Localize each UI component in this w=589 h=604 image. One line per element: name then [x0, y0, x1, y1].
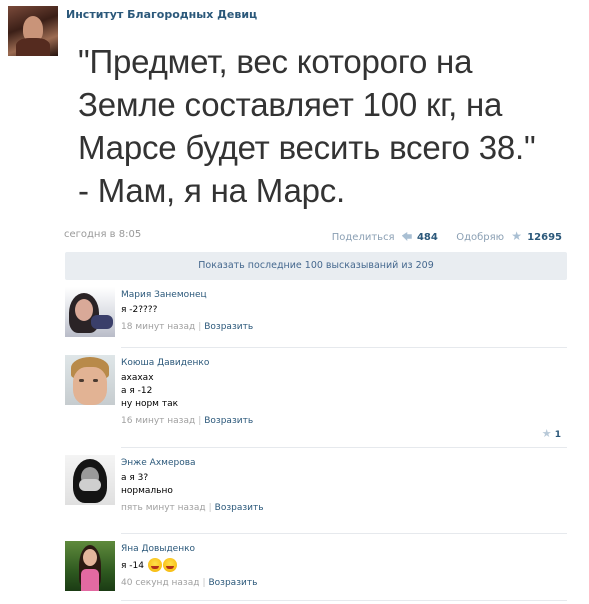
reply-link[interactable]: Возразить — [209, 578, 258, 588]
star-icon: ★ — [541, 427, 552, 440]
comment-text: я -2???? — [121, 304, 561, 317]
divider — [121, 600, 567, 601]
comment-text-line: я -14 — [121, 561, 144, 571]
comment-time-link[interactable]: 40 секунд назад — [121, 578, 199, 588]
comment-text-line: нормально — [121, 486, 173, 496]
avatar[interactable] — [65, 355, 115, 405]
comment-text-line: я -2???? — [121, 305, 158, 315]
comment-text: я -14 — [121, 558, 561, 573]
comment-meta: пять минут назад | Возразить — [121, 503, 264, 513]
reply-link[interactable]: Возразить — [215, 503, 264, 513]
post-text-line: "Предмет, вес которого на — [78, 43, 473, 80]
post-date-link[interactable]: сегодня в 8:05 — [64, 229, 141, 240]
community-avatar[interactable] — [8, 6, 58, 56]
community-name-link[interactable]: Институт Благородных Девиц — [66, 8, 257, 21]
post-text: "Предмет, вес которого на Земле составля… — [78, 40, 578, 212]
post-meta: сегодня в 8:05 Поделиться 484 Одобряю ★ … — [64, 229, 568, 245]
reply-link[interactable]: Возразить — [204, 322, 253, 332]
comment-author-link[interactable]: Коюша Давиденко — [121, 357, 561, 369]
comment-meta: 40 секунд назад | Возразить — [121, 578, 258, 588]
comment-text-line: ахахах — [121, 373, 154, 383]
divider — [121, 447, 567, 448]
show-more-comments-button[interactable]: Показать последние 100 высказываний из 2… — [65, 252, 567, 280]
star-icon: ★ — [511, 229, 523, 243]
divider — [121, 533, 567, 534]
share-button[interactable]: Поделиться 484 — [332, 232, 441, 243]
share-label: Поделиться — [331, 232, 395, 243]
comment-meta: 16 минут назад | Возразить — [121, 416, 254, 426]
comment-author-link[interactable]: Энже Ахмерова — [121, 457, 561, 469]
comment-text-line: ну норм так — [121, 399, 179, 409]
divider — [121, 347, 567, 348]
share-count: 484 — [416, 232, 438, 243]
comment-text-line: а я -12 — [121, 386, 153, 396]
reply-link[interactable]: Возразить — [204, 416, 253, 426]
comment-text-line: а я 3? — [121, 473, 149, 483]
comment-meta: 18 минут назад | Возразить — [121, 322, 254, 332]
post-text-line: Марсе будет весить всего 38." — [78, 129, 536, 166]
comment-author-link[interactable]: Мария Занемонец — [121, 289, 561, 301]
avatar[interactable] — [65, 287, 115, 337]
post-text-line: - Мам, я на Марс. — [78, 172, 346, 209]
share-arrow-icon — [401, 232, 412, 241]
avatar[interactable] — [65, 541, 115, 591]
post-actions: Поделиться 484 Одобряю ★ 12695 — [332, 229, 562, 243]
comment-text: ахахах а я -12 ну норм так — [121, 372, 561, 411]
comment-time-link[interactable]: пять минут назад — [121, 503, 206, 513]
like-count: 12695 — [527, 232, 562, 243]
avatar[interactable] — [65, 455, 115, 505]
comment-time-link[interactable]: 16 минут назад — [121, 416, 195, 426]
laughing-face-icon — [147, 558, 162, 572]
laughing-face-icon — [162, 558, 177, 572]
comment-like-count: 1 — [554, 430, 561, 440]
comment-like-button[interactable]: ★ 1 — [538, 427, 561, 440]
comment-time-link[interactable]: 18 минут назад — [121, 322, 195, 332]
comment-author-link[interactable]: Яна Довыденко — [121, 543, 561, 555]
post-text-line: Земле составляет 100 кг, на — [78, 86, 503, 123]
comment-text: а я 3? нормально — [121, 472, 561, 498]
like-label: Одобряю — [456, 232, 505, 243]
like-button[interactable]: Одобряю ★ 12695 — [456, 229, 562, 243]
